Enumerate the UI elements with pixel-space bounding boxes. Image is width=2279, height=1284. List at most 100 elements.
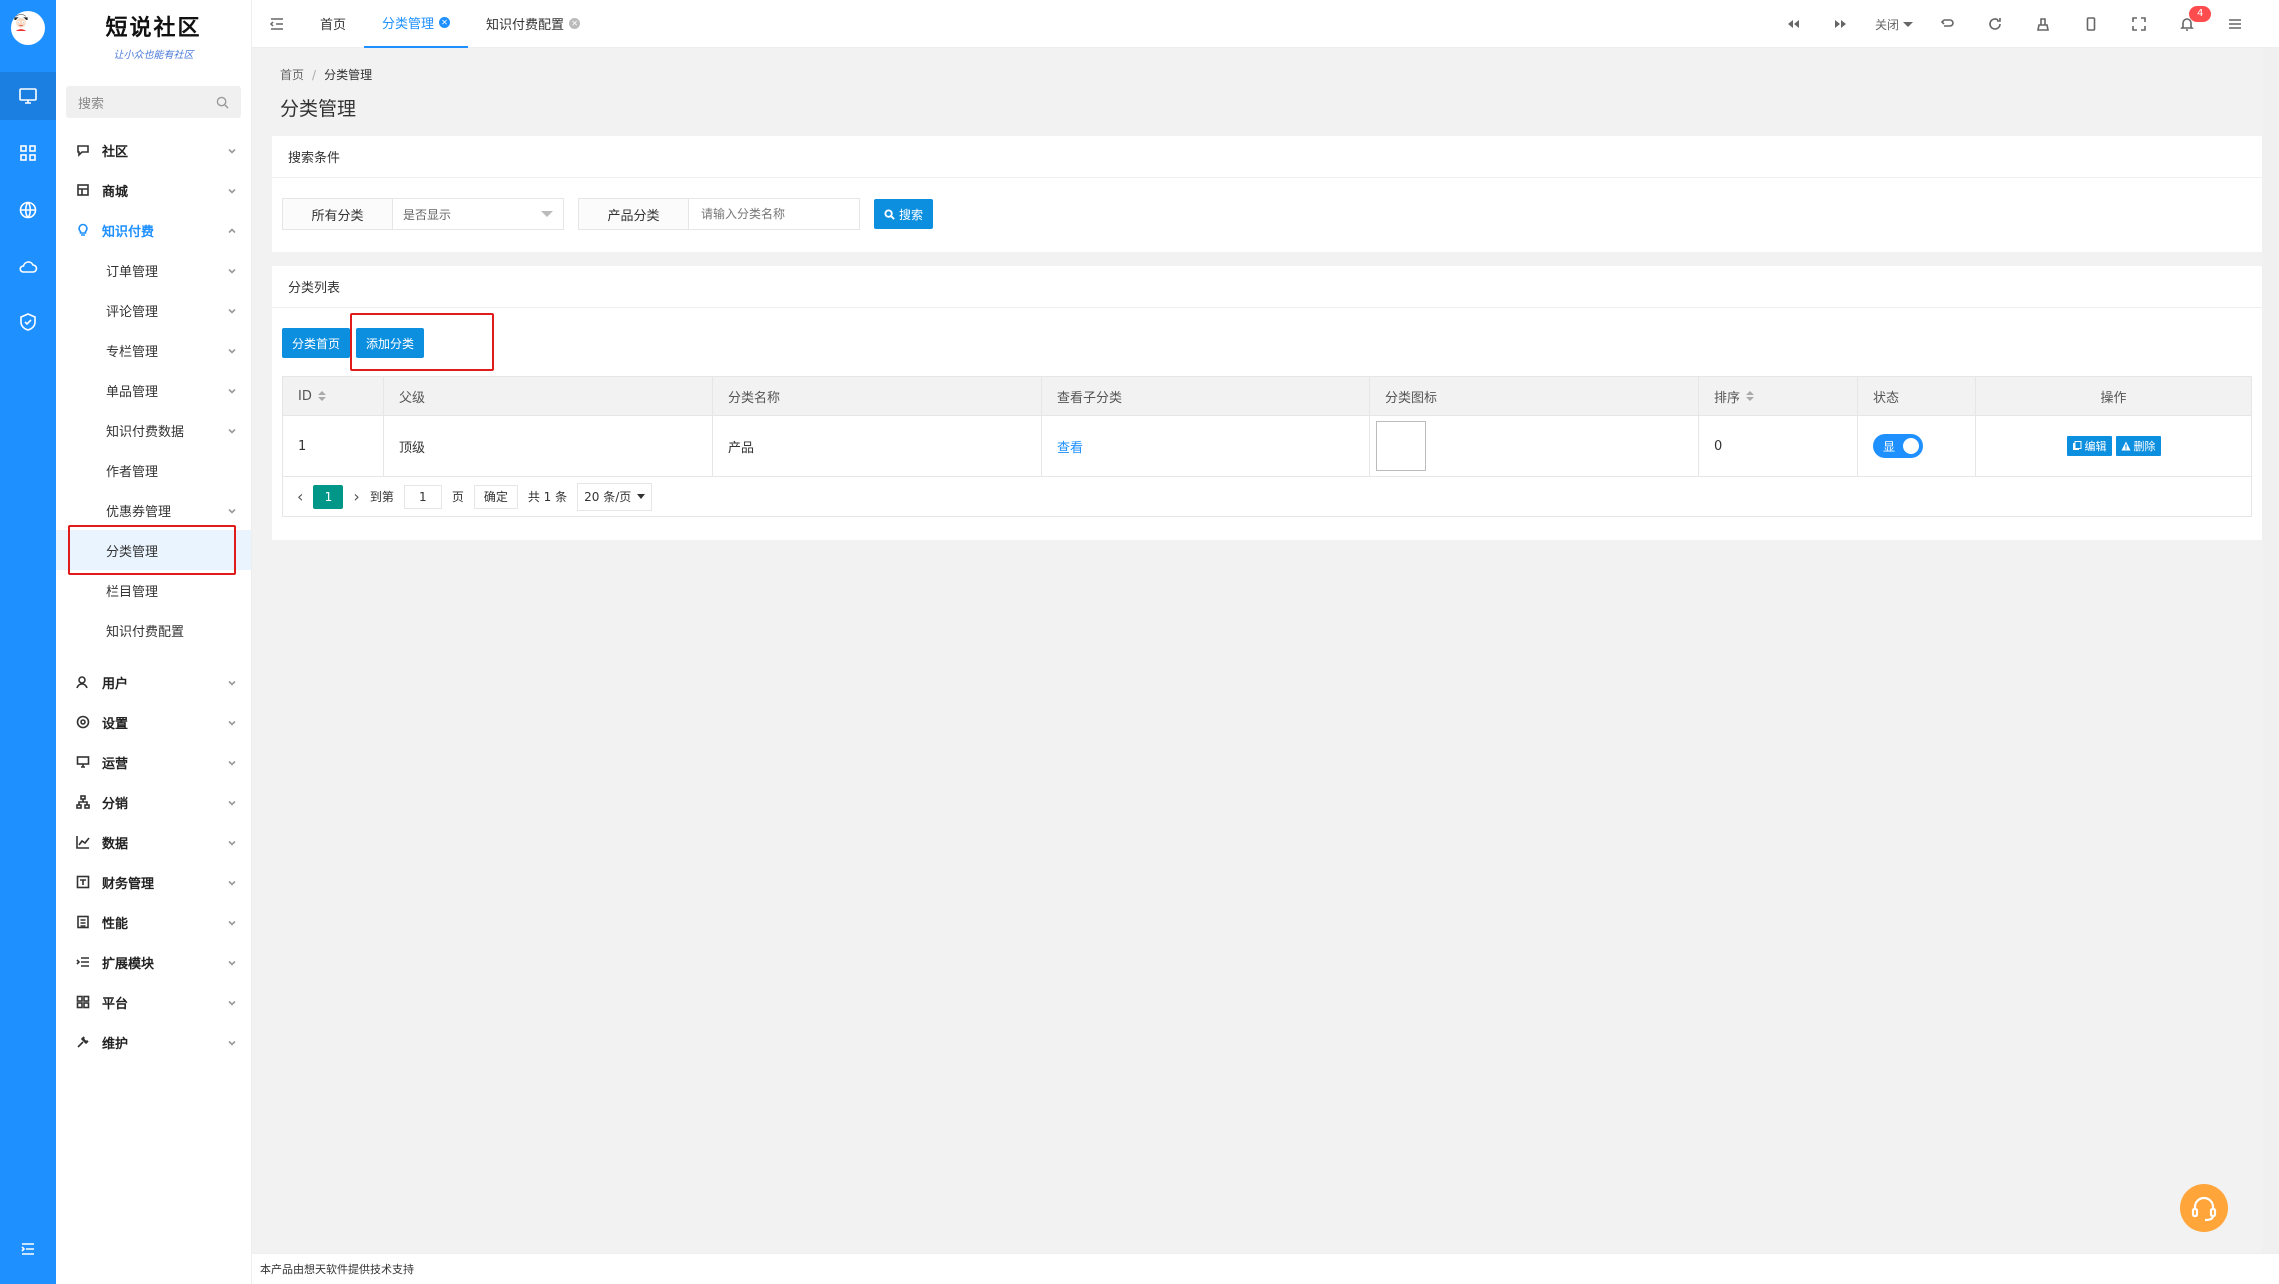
brand-title: 短说社区 [105, 14, 202, 41]
current-page[interactable]: 1 [313, 484, 344, 509]
col-sort[interactable]: 排序 [1699, 377, 1858, 415]
next-page-icon[interactable]: › [353, 487, 359, 506]
tab-next-button[interactable] [1817, 0, 1865, 48]
cell-parent: 顶级 [384, 416, 713, 476]
sidebar-item-knowledge-data[interactable]: 知识付费数据 [56, 410, 251, 450]
sidebar-item-platform[interactable]: 平台 [56, 982, 251, 1022]
page-scrollbar[interactable] [2262, 48, 2279, 1253]
close-tabs-dropdown[interactable]: 关闭 [1865, 0, 1923, 48]
breadcrumb-home[interactable]: 首页 [280, 68, 304, 82]
tab-prev-button[interactable] [1769, 0, 1817, 48]
goto-confirm-button[interactable]: 确定 [473, 484, 518, 509]
cell-name: 产品 [713, 416, 1042, 476]
avatar[interactable] [11, 11, 45, 45]
sidebar-item-sections[interactable]: 栏目管理 [56, 570, 251, 610]
sidebar-item-extensions[interactable]: 扩展模块 [56, 942, 251, 982]
rail-cloud[interactable] [0, 243, 56, 291]
sidebar-item-maintenance[interactable]: 维护 [56, 1022, 251, 1062]
page-number-input[interactable]: 1 [403, 484, 442, 509]
cloud-icon [19, 261, 38, 273]
col-actions: 操作 [1976, 377, 2251, 415]
sort-icon[interactable] [1746, 391, 1755, 401]
chevron-down-icon [228, 188, 236, 194]
close-icon[interactable]: ✕ [569, 18, 581, 29]
tab-label: 首页 [320, 18, 347, 33]
view-children-link[interactable]: 查看 [1057, 437, 1083, 456]
tab-home[interactable]: 首页 [302, 0, 364, 48]
cell-status: 显 [1858, 416, 1976, 476]
sort-icon[interactable] [317, 391, 326, 401]
tab-categories[interactable]: 分类管理 ✕ [364, 0, 469, 48]
rail-shield[interactable] [0, 298, 56, 346]
col-label: ID [298, 388, 312, 404]
search-button[interactable]: 搜索 [874, 199, 934, 229]
fullscreen-button[interactable] [2115, 0, 2163, 48]
search-card: 搜索条件 所有分类 是否显示 产品分类 搜索 [272, 136, 2262, 252]
sidebar-item-data[interactable]: 数据 [56, 822, 251, 862]
tab-knowledge-config[interactable]: 知识付费配置 ✕ [468, 0, 598, 48]
sidebar-item-coupons[interactable]: 优惠券管理 [56, 490, 251, 530]
refresh-button[interactable] [1971, 0, 2019, 48]
sidebar-item-comments[interactable]: 评论管理 [56, 290, 251, 330]
main-content: 首页 / 分类管理 分类管理 搜索条件 所有分类 是否显示 产品分类 搜索 [252, 48, 2262, 1253]
visibility-select[interactable]: 是否显示 [393, 199, 563, 229]
sidebar-item-authors[interactable]: 作者管理 [56, 450, 251, 490]
sidebar-item-performance[interactable]: 性能 [56, 902, 251, 942]
tab-bar: 首页 分类管理 ✕ 知识付费配置 ✕ 关闭 4 [252, 0, 2279, 48]
sidebar-item-label: 优惠券管理 [106, 504, 172, 520]
sidebar-item-columns[interactable]: 专栏管理 [56, 330, 251, 370]
delete-button[interactable]: 删除 [2115, 436, 2161, 456]
rail-globe[interactable] [0, 186, 56, 234]
sidebar-item-finance[interactable]: 财务管理 [56, 862, 251, 902]
chevron-down-icon [228, 800, 236, 806]
category-home-button[interactable]: 分类首页 [282, 328, 351, 358]
sidebar-item-knowledge[interactable]: 知识付费 [56, 210, 251, 250]
fold-sidebar-button[interactable] [252, 16, 302, 32]
status-toggle[interactable]: 显 [1873, 434, 1923, 458]
edit-button[interactable]: 编辑 [2066, 436, 2112, 456]
sidebar-item-orders[interactable]: 订单管理 [56, 250, 251, 290]
customer-service-button[interactable] [2180, 1184, 2228, 1232]
breadcrumb-separator: / [312, 68, 317, 82]
add-category-button[interactable]: 添加分类 [356, 328, 425, 358]
chevron-down-icon [228, 960, 236, 966]
total-count: 共 1 条 [527, 490, 568, 504]
sidebar-item-categories[interactable]: 分类管理 [56, 530, 251, 570]
sidebar-item-community[interactable]: 社区 [56, 130, 251, 170]
chevron-up-icon [228, 228, 236, 234]
sidebar-item-store[interactable]: 商城 [56, 170, 251, 210]
sidebar-item-users[interactable]: 用户 [56, 662, 251, 702]
more-menu-button[interactable] [2211, 0, 2259, 48]
chevron-down-icon [228, 680, 236, 686]
mobile-preview-button[interactable] [2067, 0, 2115, 48]
wrench-icon [77, 1036, 89, 1048]
sidebar-item-label: 知识付费数据 [106, 424, 185, 440]
chevron-down-icon [228, 880, 236, 886]
sidebar-search-input[interactable]: 搜索 [66, 86, 241, 118]
rail-apps[interactable] [0, 129, 56, 177]
prev-page-icon[interactable]: ‹ [297, 487, 303, 506]
notifications-button[interactable]: 4 [2163, 0, 2212, 48]
page-size-select[interactable]: 20 条/页 [577, 482, 653, 511]
toggle-knob [1903, 438, 1919, 454]
fullscreen-icon [2132, 17, 2146, 31]
col-parent: 父级 [384, 377, 713, 415]
close-icon[interactable]: ✕ [439, 17, 451, 28]
sidebar-item-distribution[interactable]: 分销 [56, 782, 251, 822]
clear-cache-button[interactable] [2019, 0, 2067, 48]
sidebar-item-label: 知识付费 [102, 224, 155, 240]
chevron-down-icon [228, 308, 236, 314]
broom-icon [2037, 18, 2049, 31]
sidebar-item-operations[interactable]: 运营 [56, 742, 251, 782]
sidebar-item-knowledge-config[interactable]: 知识付费配置 [56, 610, 251, 650]
menu-collapse-icon [21, 1243, 34, 1255]
col-id[interactable]: ID [283, 377, 384, 415]
breadcrumb: 首页 / 分类管理 [280, 66, 372, 83]
rail-desktop[interactable] [0, 72, 56, 120]
category-name-input[interactable] [689, 199, 859, 229]
sidebar-item-settings[interactable]: 设置 [56, 702, 251, 742]
back-button[interactable] [1923, 0, 1971, 48]
sidebar-item-products[interactable]: 单品管理 [56, 370, 251, 410]
rail-collapse[interactable] [0, 1225, 56, 1273]
sidebar-item-label: 栏目管理 [106, 584, 159, 600]
